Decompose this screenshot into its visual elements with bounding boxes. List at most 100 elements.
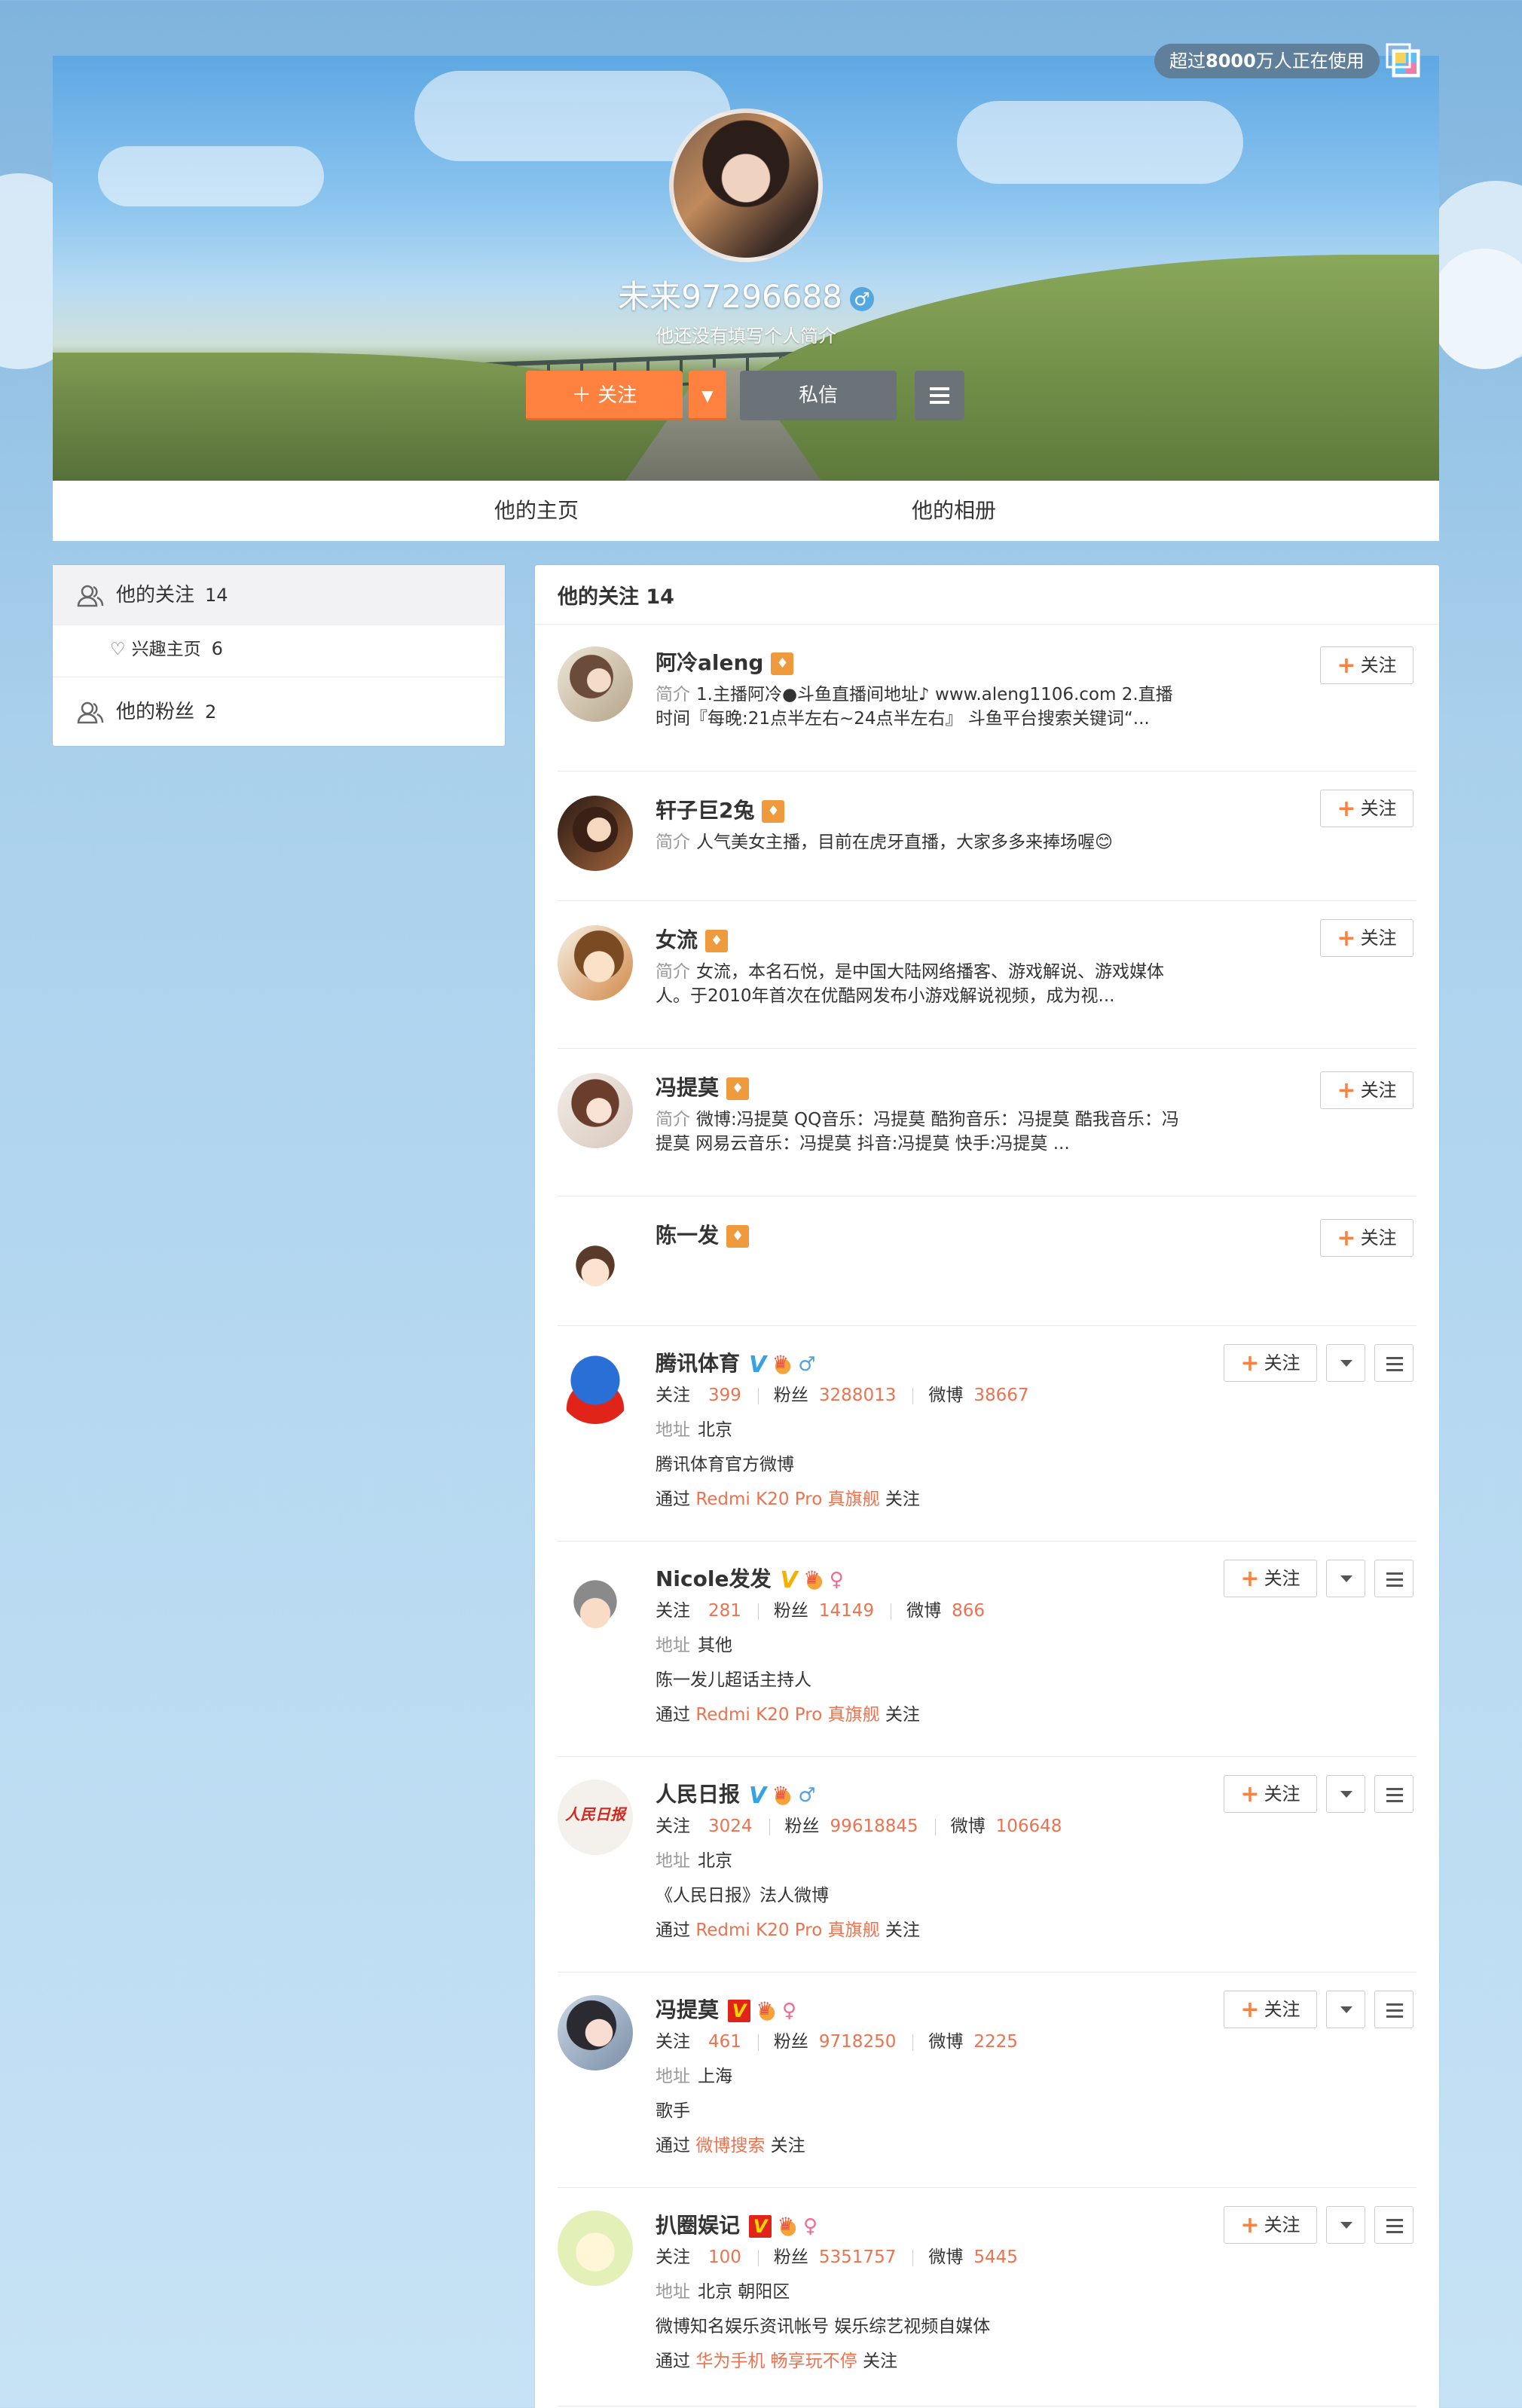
avatar[interactable] — [558, 1564, 633, 1639]
list-item: 陈一发 +关注 — [558, 1196, 1417, 1326]
menu-icon-line — [930, 401, 949, 404]
via-source-link[interactable]: Redmi K20 Pro 真旗舰 — [695, 1705, 879, 1725]
sidebar-fans-label: 他的粉丝 — [116, 701, 195, 723]
follow-button[interactable]: + 关注 — [1320, 919, 1414, 957]
avatar[interactable] — [558, 1224, 633, 1299]
following-count[interactable]: 281 — [708, 1601, 741, 1621]
user-name[interactable]: 冯提莫 V ♀ — [656, 1994, 796, 2024]
weibo-count[interactable]: 38667 — [973, 1386, 1028, 1405]
follow-dropdown-button[interactable] — [1326, 1560, 1365, 1597]
user-name[interactable]: 阿冷aleng — [656, 646, 794, 677]
following-label: 关注 — [656, 1386, 690, 1405]
follow-button[interactable]: + 关注 — [1224, 1775, 1317, 1813]
user-name[interactable]: 冯提莫 — [656, 1071, 750, 1102]
via-source-link[interactable]: Redmi K20 Pro 真旗舰 — [695, 1921, 879, 1940]
left-sidebar: 他的关注 14 ♡ 兴趣主页 6 他的粉丝 2 — [53, 565, 505, 746]
fans-count[interactable]: 3288013 — [819, 1386, 896, 1405]
weibo-count[interactable]: 866 — [952, 1601, 985, 1621]
following-count[interactable]: 100 — [708, 2248, 741, 2267]
avatar[interactable] — [558, 1995, 633, 2070]
tab-album[interactable]: 他的相册 — [912, 481, 996, 541]
user-name[interactable]: 人民日报 V ♂ — [656, 1778, 816, 1809]
more-menu-button[interactable] — [1374, 1344, 1414, 1382]
user-name[interactable]: 扒圈娱记 V ♀ — [656, 2209, 818, 2239]
user-name[interactable]: 腾讯体育 V ♂ — [656, 1347, 816, 1378]
follow-label: 关注 — [1360, 1080, 1397, 1101]
follow-button[interactable]: + 关注 — [1320, 1071, 1414, 1109]
background-cloud-right-small — [1432, 249, 1522, 369]
follow-dropdown-button[interactable] — [1326, 1991, 1365, 2028]
avatar[interactable] — [558, 925, 633, 1001]
follow-button[interactable]: + 关注 — [1320, 646, 1414, 684]
menu-icon-line — [1386, 1794, 1403, 1796]
avatar[interactable] — [558, 1073, 633, 1148]
follow-button[interactable]: + 关注 — [1320, 790, 1414, 827]
user-name-text: 陈一发 — [656, 1223, 720, 1248]
user-address: 地址 北京 — [656, 1849, 732, 1873]
user-intro: 简介 女流，本名石悦，是中国大陆网络播客、游戏解说、游戏媒体人。于2010年首次在… — [656, 960, 1183, 1008]
following-count[interactable]: 399 — [708, 1386, 741, 1405]
follow-dropdown-button[interactable] — [1326, 1775, 1365, 1813]
follow-dropdown-button[interactable] — [1326, 2206, 1365, 2244]
menu-icon-line — [1386, 1578, 1403, 1581]
more-menu-button[interactable] — [1374, 2206, 1414, 2244]
following-count[interactable]: 3024 — [708, 1817, 753, 1836]
more-menu-button[interactable] — [915, 371, 964, 420]
fans-count[interactable]: 99618845 — [830, 1817, 918, 1836]
more-menu-button[interactable] — [1374, 1775, 1414, 1813]
user-intro: 简介 微博:冯提莫 QQ音乐：冯提莫 酷狗音乐：冯提莫 酷我音乐：冯提莫 网易云音… — [656, 1108, 1183, 1156]
sidebar-item-following[interactable]: 他的关注 14 — [53, 565, 505, 625]
sidebar-item-fans[interactable]: 他的粉丝 2 — [53, 678, 505, 746]
sidebar-item-interest[interactable]: ♡ 兴趣主页 6 — [53, 630, 505, 668]
message-button[interactable]: 私信 — [740, 371, 897, 420]
via-label: 通过 — [656, 2351, 690, 2371]
intro-label: 简介 — [656, 1110, 690, 1129]
badge-suffix: 万人正在使用 — [1255, 50, 1365, 72]
skin-template-icon[interactable] — [1385, 42, 1423, 80]
follow-button[interactable]: + 关注 — [1224, 1344, 1317, 1382]
follow-label: 关注 — [1264, 1999, 1300, 2020]
user-name[interactable]: Nicole发发 V ♀ — [656, 1563, 844, 1594]
via-source-link[interactable]: 华为手机 畅享玩不停 — [695, 2351, 857, 2371]
avatar[interactable] — [558, 2211, 633, 2286]
via-suffix: 关注 — [770, 2136, 805, 2156]
profile-avatar[interactable] — [669, 108, 823, 262]
verified-gold-icon: V — [780, 1566, 798, 1594]
avatar[interactable] — [558, 1349, 633, 1424]
via-source-link[interactable]: 微博搜索 — [695, 2136, 765, 2156]
fans-count[interactable]: 14149 — [819, 1601, 874, 1621]
address-label: 地址 — [656, 1851, 690, 1871]
follow-dropdown-button[interactable] — [1326, 1344, 1365, 1382]
fans-count[interactable]: 5351757 — [819, 2248, 896, 2267]
via-suffix: 关注 — [885, 1705, 920, 1725]
avatar[interactable] — [558, 796, 633, 871]
weibo-count[interactable]: 5445 — [973, 2248, 1018, 2267]
follow-label: 关注 — [1360, 655, 1397, 676]
weibo-count[interactable]: 2225 — [973, 2032, 1018, 2052]
following-count[interactable]: 461 — [708, 2032, 741, 2052]
avatar[interactable]: 人民日报 — [558, 1780, 633, 1855]
follow-button[interactable]: + 关注 — [1320, 1219, 1414, 1257]
weibo-count[interactable]: 106648 — [996, 1817, 1062, 1836]
via-label: 通过 — [656, 1490, 690, 1509]
follow-button[interactable]: + 关注 — [1224, 2206, 1317, 2244]
tab-home[interactable]: 他的主页 — [494, 481, 579, 541]
follow-dropdown-button[interactable]: ▼ — [689, 371, 726, 420]
user-name[interactable]: 轩子巨2兔 — [656, 794, 785, 824]
address-label: 地址 — [656, 1636, 690, 1655]
follow-button[interactable]: + 关注 — [1224, 1991, 1317, 2028]
user-name-text: 人民日报 — [656, 1782, 741, 1807]
user-name[interactable]: 陈一发 — [656, 1219, 750, 1249]
via-source-link[interactable]: Redmi K20 Pro 真旗舰 — [695, 1490, 879, 1509]
heart-icon: ♡ — [110, 640, 126, 659]
fans-count[interactable]: 9718250 — [819, 2032, 896, 2052]
user-name[interactable]: 女流 — [656, 924, 729, 954]
avatar[interactable] — [558, 646, 633, 722]
more-menu-button[interactable] — [1374, 1991, 1414, 2028]
follow-button[interactable]: + 关注 — [1224, 1560, 1317, 1597]
menu-icon-line — [1386, 1584, 1403, 1587]
more-menu-button[interactable] — [1374, 1560, 1414, 1597]
stat-separator — [757, 2249, 759, 2266]
follow-button[interactable]: ＋ 关注 — [526, 371, 683, 420]
people-icon — [77, 701, 104, 723]
